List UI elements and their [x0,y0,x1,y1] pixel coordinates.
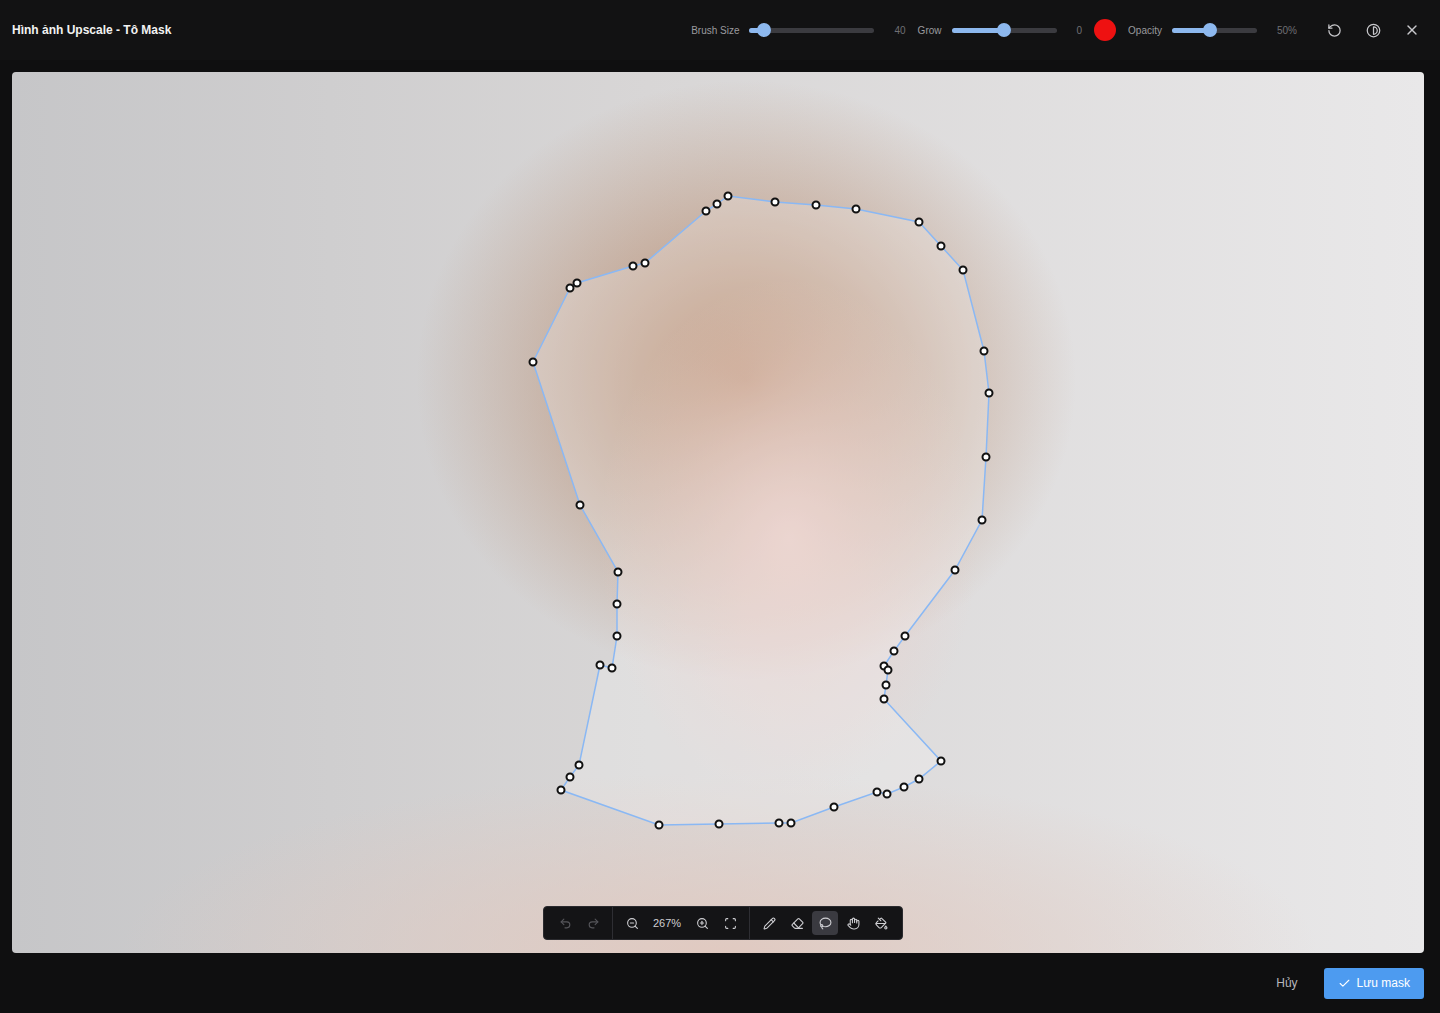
mask-editor: Hình ảnh Upscale - Tô MaskBrush Size 40 Gr… [0,0,1440,1013]
check-icon [1338,977,1351,990]
opacity-thumb[interactable] [1203,23,1217,37]
canvas[interactable]: 267% [12,72,1424,953]
mask-point[interactable] [615,569,622,576]
brush-size-slider[interactable] [749,28,874,33]
grow-thumb[interactable] [997,23,1011,37]
mask-point[interactable] [558,787,565,794]
mask-point[interactable] [986,390,993,397]
mask-point[interactable] [902,633,909,640]
mask-point[interactable] [853,206,860,213]
mask-point[interactable] [567,285,574,292]
mask-point[interactable] [656,822,663,829]
mask-point[interactable] [874,789,881,796]
opacity-value: 50% [1277,25,1297,36]
opacity-label: Opacity [1128,25,1162,36]
mask-point[interactable] [614,601,621,608]
close-icon[interactable] [1398,16,1426,44]
mask-point[interactable] [881,696,888,703]
mask-point[interactable] [725,193,732,200]
fit-icon[interactable] [717,911,743,935]
mask-point[interactable] [614,633,621,640]
zoom-out-icon[interactable] [619,911,645,935]
window-title: Hình ảnh Upscale - Tô Mask [12,23,691,37]
mask-point[interactable] [597,662,604,669]
pencil-icon[interactable] [756,911,782,935]
opacity-slider[interactable] [1172,28,1257,33]
mask-point[interactable] [609,665,616,672]
header: Hình ảnh Upscale - Tô MaskBrush Size 40 Gr… [0,0,1440,60]
mask-point[interactable] [831,804,838,811]
mask-point[interactable] [776,820,783,827]
bucket-icon[interactable] [868,911,894,935]
mask-polygon[interactable] [12,72,1424,953]
redo-icon[interactable] [580,911,606,935]
mask-point[interactable] [952,567,959,574]
mask-point[interactable] [576,762,583,769]
grow-value: 0 [1077,25,1083,36]
brush-size-value: 40 [894,25,905,36]
mask-point[interactable] [960,267,967,274]
controls: Brush Size 40 Grow 0 Opacity 50% [691,16,1426,44]
grow-label: Grow [918,25,942,36]
separator [749,907,750,939]
mask-point[interactable] [714,201,721,208]
main: 267% [0,60,1440,953]
mask-point[interactable] [885,667,892,674]
floating-toolbar: 267% [543,906,903,940]
save-button[interactable]: Lưu mask [1324,968,1424,999]
mask-point[interactable] [981,348,988,355]
mask-point[interactable] [813,202,820,209]
zoom-level: 267% [647,917,687,929]
separator [612,907,613,939]
eraser-icon[interactable] [784,911,810,935]
mask-point[interactable] [630,263,637,270]
mask-point[interactable] [577,502,584,509]
mask-point[interactable] [772,199,779,206]
mask-point[interactable] [916,776,923,783]
zoom-in-icon[interactable] [689,911,715,935]
brush-size-thumb[interactable] [757,23,771,37]
brush-size-label: Brush Size [691,25,739,36]
mask-point[interactable] [916,219,923,226]
reset-icon[interactable] [1320,16,1348,44]
mask-point[interactable] [884,791,891,798]
mask-point[interactable] [883,682,890,689]
undo-icon[interactable] [552,911,578,935]
mask-point[interactable] [891,648,898,655]
mask-point[interactable] [938,243,945,250]
mask-point[interactable] [530,359,537,366]
cancel-button[interactable]: Hủy [1264,968,1309,998]
hand-icon[interactable] [840,911,866,935]
mask-point[interactable] [788,820,795,827]
mask-point[interactable] [979,517,986,524]
mask-point[interactable] [574,280,581,287]
mask-point[interactable] [567,774,574,781]
contrast-icon[interactable] [1359,16,1387,44]
mask-point[interactable] [901,784,908,791]
grow-slider[interactable] [952,28,1057,33]
mask-point[interactable] [703,208,710,215]
footer: Hủy Lưu mask [0,953,1440,1013]
color-swatch[interactable] [1094,19,1116,41]
lasso-icon[interactable] [812,911,838,935]
mask-point[interactable] [938,758,945,765]
mask-point[interactable] [642,260,649,267]
mask-point[interactable] [983,454,990,461]
mask-point[interactable] [716,821,723,828]
